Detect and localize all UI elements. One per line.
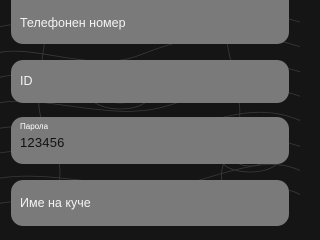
id-field[interactable]: ID (11, 60, 289, 103)
pet-name-placeholder: Име на куче (20, 196, 91, 210)
password-label: Парола (20, 122, 49, 131)
pet-name-field[interactable]: Име на куче (11, 180, 289, 226)
phone-number-field[interactable]: Телефонен номер (11, 0, 289, 44)
password-field[interactable]: Парола 123456 (11, 117, 289, 164)
phone-number-placeholder: Телефонен номер (20, 16, 126, 30)
id-placeholder: ID (20, 74, 33, 88)
password-value: 123456 (20, 135, 65, 150)
